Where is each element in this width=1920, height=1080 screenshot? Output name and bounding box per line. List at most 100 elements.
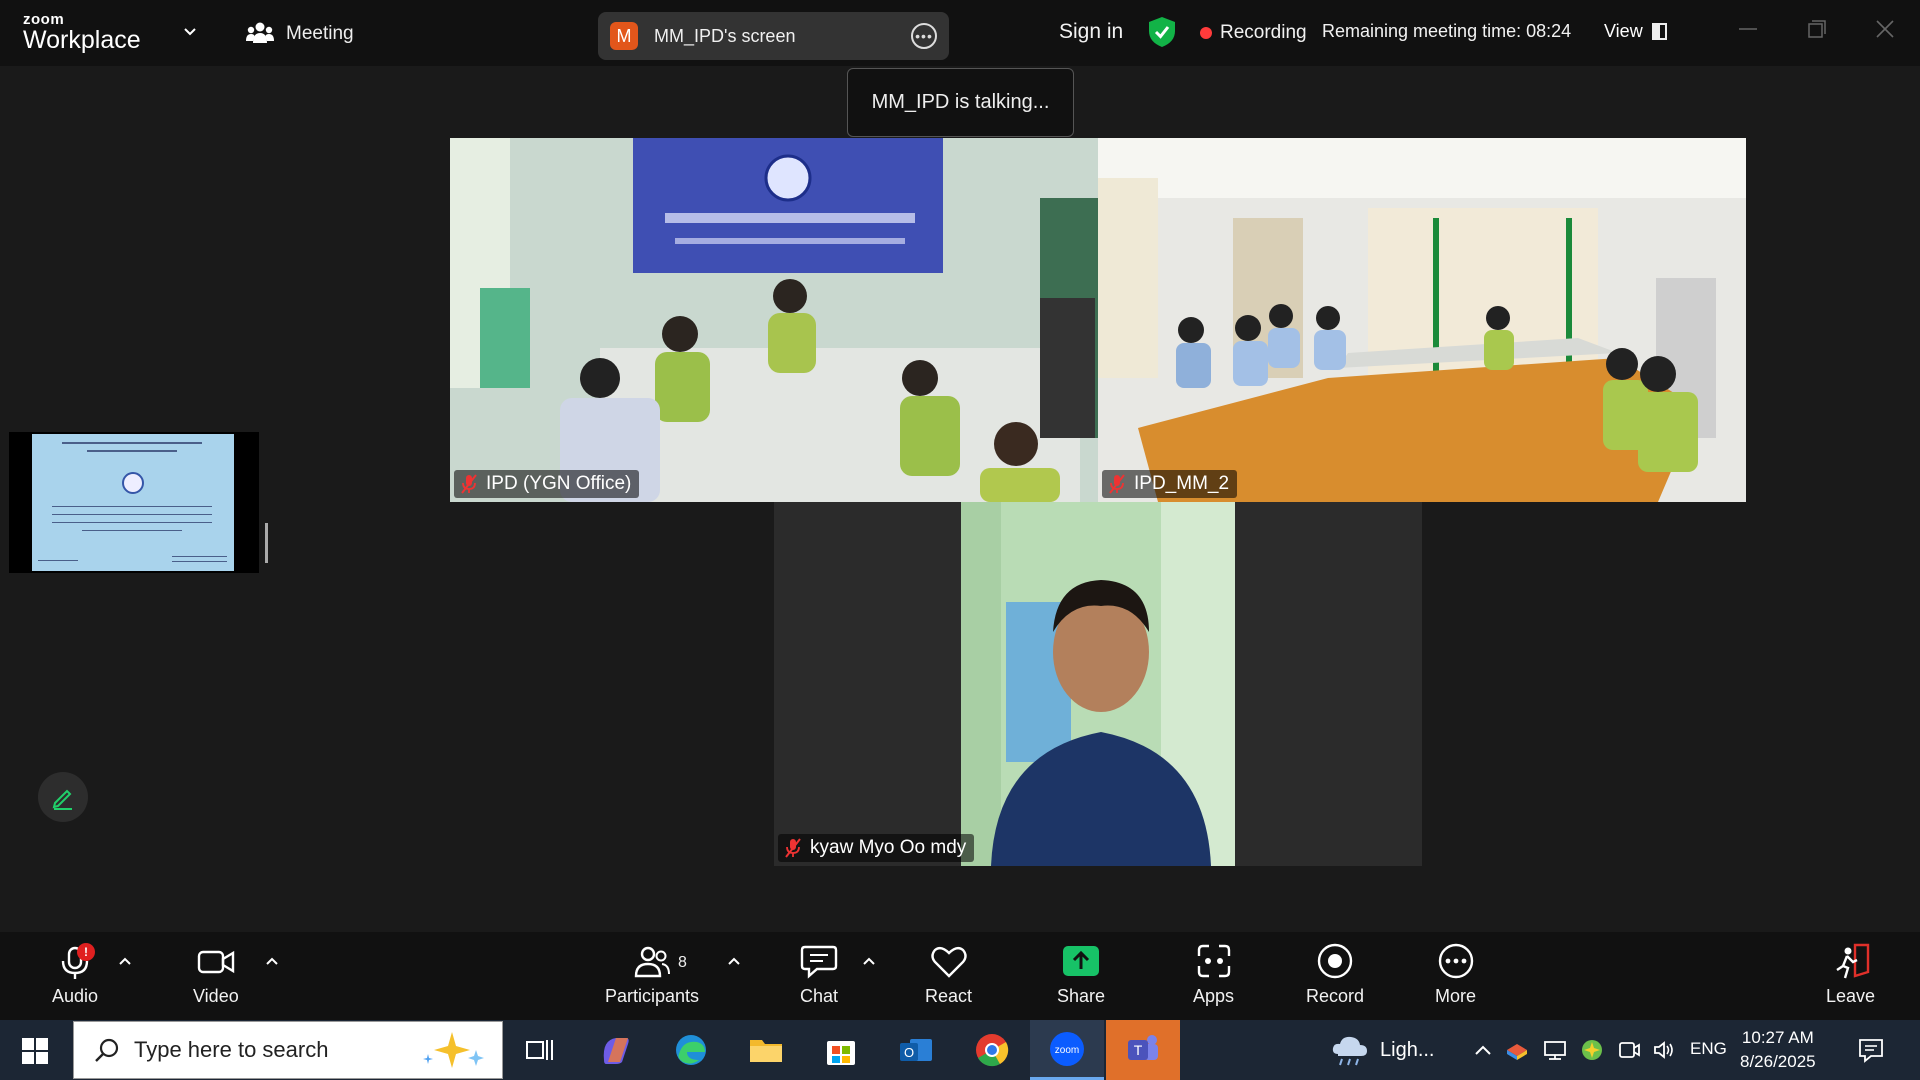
restore-icon[interactable] — [1806, 18, 1828, 40]
mic-muted-icon — [461, 474, 477, 494]
people-icon — [246, 22, 274, 43]
top-bar: zoom Workplace Meeting M MM_IPD's screen… — [0, 0, 1920, 66]
video-feed — [961, 502, 1235, 866]
more-label: More — [1435, 986, 1477, 1006]
network-icon[interactable] — [1543, 1039, 1567, 1061]
svg-text:O: O — [904, 1045, 914, 1060]
participants-icon — [634, 946, 671, 978]
screen-share-pill[interactable]: M MM_IPD's screen ••• — [598, 12, 949, 60]
audio-alert-badge: ! — [77, 943, 95, 961]
participant-name: IPD (YGN Office) — [486, 473, 632, 494]
security-tray-icon[interactable] — [1580, 1038, 1604, 1062]
edge-browser-icon[interactable] — [669, 1030, 713, 1070]
input-language[interactable]: ENG — [1690, 1039, 1727, 1059]
meeting-info-button[interactable]: Meeting — [246, 18, 354, 50]
share-screen-icon — [1063, 946, 1100, 976]
close-icon[interactable] — [1874, 18, 1896, 40]
view-button[interactable]: View — [1604, 21, 1667, 42]
microsoft-store-icon[interactable] — [819, 1030, 863, 1070]
chat-options-caret-icon[interactable] — [862, 956, 876, 966]
video-tile-ipd-mm-2[interactable]: IPD_MM_2 — [1098, 138, 1746, 502]
apps-label: Apps — [1193, 986, 1235, 1006]
more-options-icon[interactable]: ••• — [911, 23, 937, 49]
sign-in-link[interactable]: Sign in — [1059, 20, 1123, 44]
participant-name: kyaw Myo Oo mdy — [810, 837, 967, 858]
zoom-taskbar-icon[interactable]: zoom — [1030, 1020, 1104, 1080]
leave-door-icon — [1835, 943, 1869, 979]
talking-indicator: MM_IPD is talking... — [847, 68, 1074, 137]
video-feed — [450, 138, 1098, 502]
volume-icon[interactable] — [1652, 1039, 1676, 1061]
heart-icon — [930, 946, 967, 978]
participants-count: 8 — [678, 954, 687, 971]
mic-muted-icon — [1109, 474, 1125, 494]
record-icon — [1317, 943, 1353, 979]
chrome-icon[interactable] — [970, 1030, 1014, 1070]
annotate-button[interactable] — [38, 772, 88, 822]
apps-icon — [1197, 944, 1230, 978]
copilot-sparkle-icon — [423, 1032, 484, 1068]
meet-now-icon[interactable] — [1617, 1039, 1641, 1061]
mic-muted-icon — [785, 838, 801, 858]
weather-text: Ligh... — [1380, 1038, 1435, 1061]
video-tile-ipd-ygn[interactable]: IPD (YGN Office) — [450, 138, 1098, 502]
logo-big-text: Workplace — [23, 26, 141, 54]
participants-options-caret-icon[interactable] — [727, 956, 741, 966]
avatar: M — [610, 22, 638, 50]
shared-slide — [32, 434, 234, 571]
notifications-icon[interactable] — [1857, 1036, 1885, 1064]
chat-bubble-icon — [800, 945, 838, 979]
video-feed — [1098, 138, 1746, 502]
outlook-icon[interactable]: O — [894, 1030, 938, 1070]
view-label: View — [1604, 21, 1643, 41]
shield-check-icon[interactable] — [1148, 16, 1176, 48]
pencil-icon — [52, 789, 72, 810]
taskbar-search-box[interactable]: Type here to search — [73, 1021, 503, 1079]
panel-resize-handle[interactable] — [265, 523, 268, 563]
meeting-label: Meeting — [286, 23, 354, 44]
more-button[interactable]: More — [1435, 942, 1476, 1007]
chat-button[interactable]: Chat — [799, 942, 839, 1007]
share-button[interactable]: Share — [1057, 942, 1105, 1007]
taskbar-clock[interactable]: 10:27 AM 8/26/2025 — [1740, 1026, 1816, 1074]
audio-options-caret-icon[interactable] — [118, 956, 132, 966]
minimize-icon[interactable] — [1737, 18, 1759, 40]
cloud-rain-icon — [1332, 1036, 1367, 1066]
video-button[interactable]: Video — [193, 942, 239, 1007]
leave-button[interactable]: Leave — [1826, 942, 1875, 1007]
task-view-icon[interactable] — [518, 1030, 562, 1070]
ipd-emblem-icon — [122, 472, 144, 494]
file-explorer-icon[interactable] — [744, 1030, 788, 1070]
audio-label: Audio — [52, 986, 99, 1006]
leave-label: Leave — [1826, 986, 1876, 1006]
video-camera-icon — [197, 950, 235, 974]
weather-widget[interactable]: Ligh... — [1330, 1020, 1434, 1080]
show-hidden-icons-icon[interactable] — [1474, 1044, 1492, 1056]
recording-indicator[interactable]: Recording — [1200, 22, 1307, 44]
meeting-toolbar: Audio ! Video Participants 8 Chat React … — [0, 932, 1920, 1020]
apps-button[interactable]: Apps — [1193, 942, 1234, 1007]
shared-screen-thumbnail[interactable] — [9, 432, 259, 573]
share-label: Share — [1057, 986, 1106, 1006]
search-icon — [95, 1038, 119, 1062]
recording-label: Recording — [1220, 22, 1307, 43]
windows-taskbar: Type here to search O zoom T Ligh... ENG… — [0, 1020, 1920, 1080]
participant-name-bar: IPD_MM_2 — [1102, 470, 1238, 498]
view-layout-icon — [1651, 23, 1667, 40]
clock-time: 10:27 AM — [1741, 1028, 1814, 1047]
teams-taskbar-icon[interactable]: T — [1106, 1020, 1180, 1080]
participants-button[interactable]: Participants — [605, 942, 699, 1007]
record-button[interactable]: Record — [1306, 942, 1364, 1007]
react-button[interactable]: React — [925, 942, 972, 1007]
video-options-caret-icon[interactable] — [265, 956, 279, 966]
participant-name-bar: IPD (YGN Office) — [454, 470, 640, 498]
chevron-down-icon[interactable] — [184, 26, 196, 38]
participants-label: Participants — [605, 986, 700, 1006]
video-tile-kyaw-myo-oo[interactable]: kyaw Myo Oo mdy — [774, 502, 1422, 866]
copilot-app-icon[interactable] — [594, 1030, 638, 1070]
clock-date: 8/26/2025 — [1740, 1052, 1816, 1071]
app-tray-icon[interactable] — [1505, 1038, 1529, 1062]
windows-start-icon[interactable] — [22, 1038, 48, 1064]
recording-dot-icon — [1200, 27, 1212, 39]
remaining-time: Remaining meeting time: 08:24 — [1322, 21, 1572, 41]
